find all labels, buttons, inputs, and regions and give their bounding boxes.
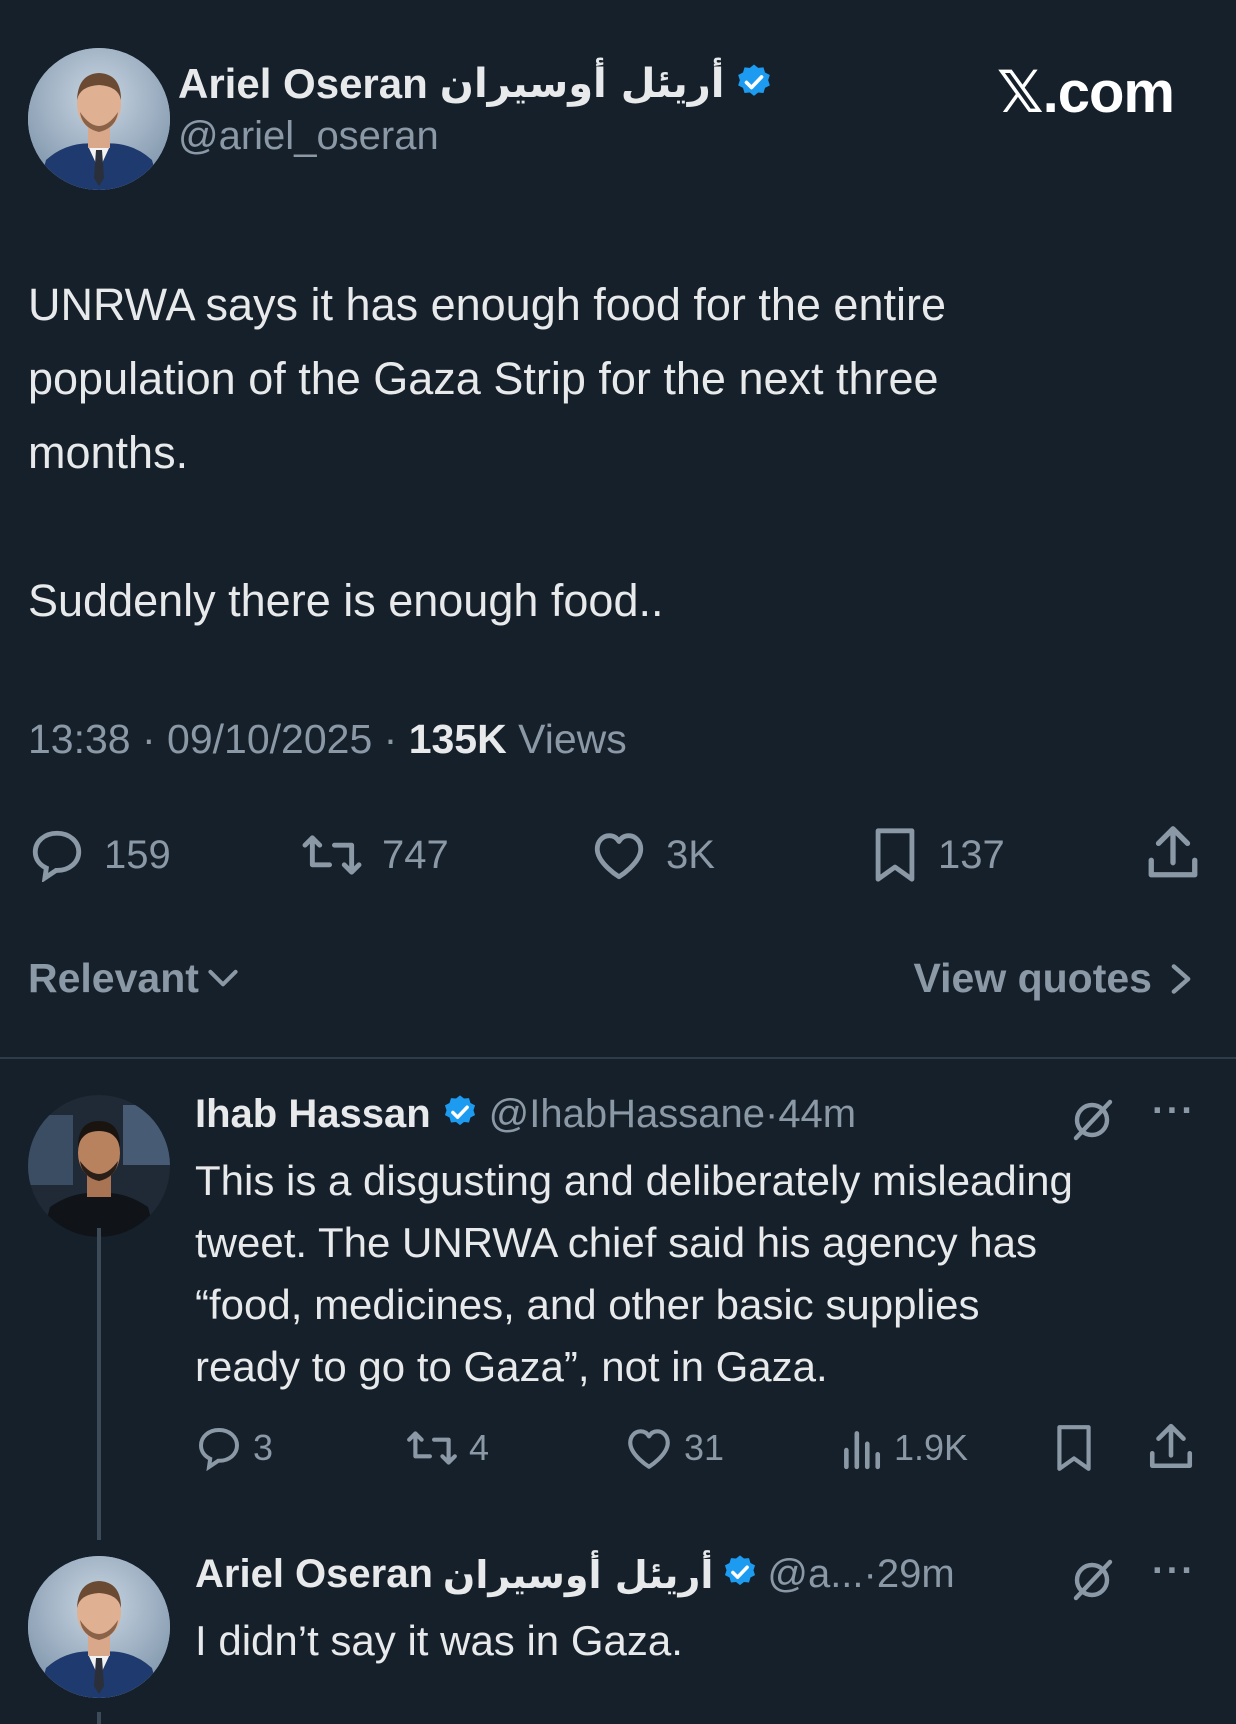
repost-count: 747: [382, 832, 449, 877]
tweet-meta: 13:38 · 09/10/2025 · 135K Views: [28, 716, 627, 762]
bookmark-icon: [875, 828, 915, 882]
reply-count: 159: [104, 832, 171, 877]
site-logo: 𝕏.com: [996, 60, 1175, 125]
section-divider: [0, 1057, 1236, 1059]
relevant-label: Relevant: [28, 955, 199, 1001]
reply-repost-count: 4: [469, 1427, 490, 1468]
views-label: Views: [518, 716, 627, 762]
grok-icon[interactable]: [1068, 1096, 1116, 1144]
reply-reply-count: 3: [253, 1427, 274, 1468]
verified-badge-icon: [734, 62, 774, 107]
reply-icon: [32, 830, 82, 882]
like-count: 3K: [666, 832, 715, 877]
author-display-name[interactable]: Ariel Oseran: [178, 60, 428, 108]
author-name-row: Ariel Oseran أريئل أوسيران: [178, 60, 774, 108]
reply-text-line: “food, medicines, and other basic suppli…: [195, 1281, 980, 1328]
reply-text-line: ready to go to Gaza”, not in Gaza.: [195, 1343, 828, 1390]
heart-icon: [594, 833, 644, 880]
tweet-date[interactable]: 09/10/2025: [167, 716, 372, 762]
tweet-body: UNRWA says it has enough food for the en…: [28, 268, 1188, 638]
replies-sort-row: Relevant View quotes: [28, 955, 1196, 1015]
bookmark-count: 137: [938, 832, 1005, 877]
author-avatar[interactable]: [28, 48, 170, 190]
reply-body: I didn’t say it was in Gaza.: [195, 1610, 683, 1672]
reply-author-avatar[interactable]: [28, 1556, 170, 1698]
repost-icon: [302, 835, 362, 875]
more-options-icon[interactable]: ···: [1152, 1550, 1196, 1593]
more-options-icon[interactable]: ···: [1152, 1090, 1196, 1133]
bookmark-icon: [1057, 1425, 1091, 1471]
reply-reply-button[interactable]: 3: [195, 1425, 273, 1471]
reply-text-line: I didn’t say it was in Gaza.: [195, 1617, 683, 1664]
tweet-action-bar: 159 747 3K 137: [0, 820, 1236, 890]
reply-header: Ariel Oseran أريئل أوسيران @a... · 29m: [195, 1552, 955, 1597]
reply-views-count: 1.9K: [894, 1427, 969, 1468]
reply-text-line: tweet. The UNRWA chief said his agency h…: [195, 1219, 1037, 1266]
reply-like-button[interactable]: 31: [624, 1425, 724, 1471]
tweet-text-line: Suddenly there is enough food..: [28, 575, 664, 626]
reply-author-arabic-name[interactable]: أريئل أوسيران: [443, 1553, 713, 1597]
reply-bookmark-button[interactable]: [1052, 1423, 1096, 1473]
chevron-down-icon: [208, 969, 238, 986]
tweet-detail-screen: Ariel Oseran أريئل أوسيران @ariel_oseran…: [0, 0, 1236, 1724]
grok-icon[interactable]: [1068, 1556, 1116, 1604]
reply-views-button[interactable]: 1.9K: [838, 1425, 968, 1471]
reply-like-count: 31: [684, 1427, 725, 1468]
view-quotes-label: View quotes: [913, 955, 1152, 1001]
views-count: 135K: [408, 716, 507, 762]
reply-author-name[interactable]: Ariel Oseran: [195, 1552, 433, 1597]
reply-action-bar: 3 4 31 1.9K: [0, 1420, 1236, 1480]
tweet-text-line: months.: [28, 427, 189, 478]
relevant-dropdown[interactable]: Relevant: [28, 955, 241, 1002]
reply-author-handle[interactable]: @IhabHassane: [489, 1092, 765, 1137]
share-icon: [1149, 1423, 1193, 1469]
author-arabic-name[interactable]: أريئل أوسيران: [440, 61, 725, 107]
chevron-right-icon: [1171, 963, 1191, 994]
reply-author-handle[interactable]: @a...: [767, 1552, 863, 1597]
bookmark-button[interactable]: 137: [870, 826, 1005, 884]
repost-icon: [407, 1431, 457, 1465]
author-handle-row: @ariel_oseran: [178, 114, 439, 159]
reply-body: This is a disgusting and deliberately mi…: [195, 1150, 1073, 1398]
reply-time[interactable]: 44m: [778, 1092, 856, 1137]
reply-button[interactable]: 159: [28, 828, 171, 882]
reply-icon: [198, 1427, 240, 1471]
share-button[interactable]: [1146, 824, 1200, 882]
thread-connector-line: [97, 1228, 101, 1540]
analytics-icon: [844, 1431, 881, 1470]
repost-button[interactable]: 747: [300, 828, 449, 882]
reply-repost-button[interactable]: 4: [405, 1425, 489, 1471]
tweet-text-line: population of the Gaza Strip for the nex…: [28, 353, 939, 404]
reply-share-button[interactable]: [1148, 1422, 1194, 1472]
tweet-text-line: UNRWA says it has enough food for the en…: [28, 279, 946, 330]
tweet-time[interactable]: 13:38: [28, 716, 131, 762]
reply-text-line: This is a disgusting and deliberately mi…: [195, 1157, 1073, 1204]
reply-time[interactable]: 29m: [877, 1552, 955, 1597]
reply-author-avatar[interactable]: [28, 1095, 170, 1237]
reply-author-name[interactable]: Ihab Hassan: [195, 1092, 431, 1137]
reply-header: Ihab Hassan @IhabHassane · 44m: [195, 1092, 857, 1137]
share-icon: [1148, 826, 1198, 878]
verified-badge-icon: [441, 1093, 479, 1136]
heart-icon: [628, 1429, 670, 1469]
verified-badge-icon: [721, 1553, 759, 1596]
like-button[interactable]: 3K: [590, 828, 715, 882]
author-handle[interactable]: @ariel_oseran: [178, 114, 439, 159]
view-quotes-link[interactable]: View quotes: [914, 955, 1196, 1002]
thread-connector-line: [97, 1712, 101, 1724]
